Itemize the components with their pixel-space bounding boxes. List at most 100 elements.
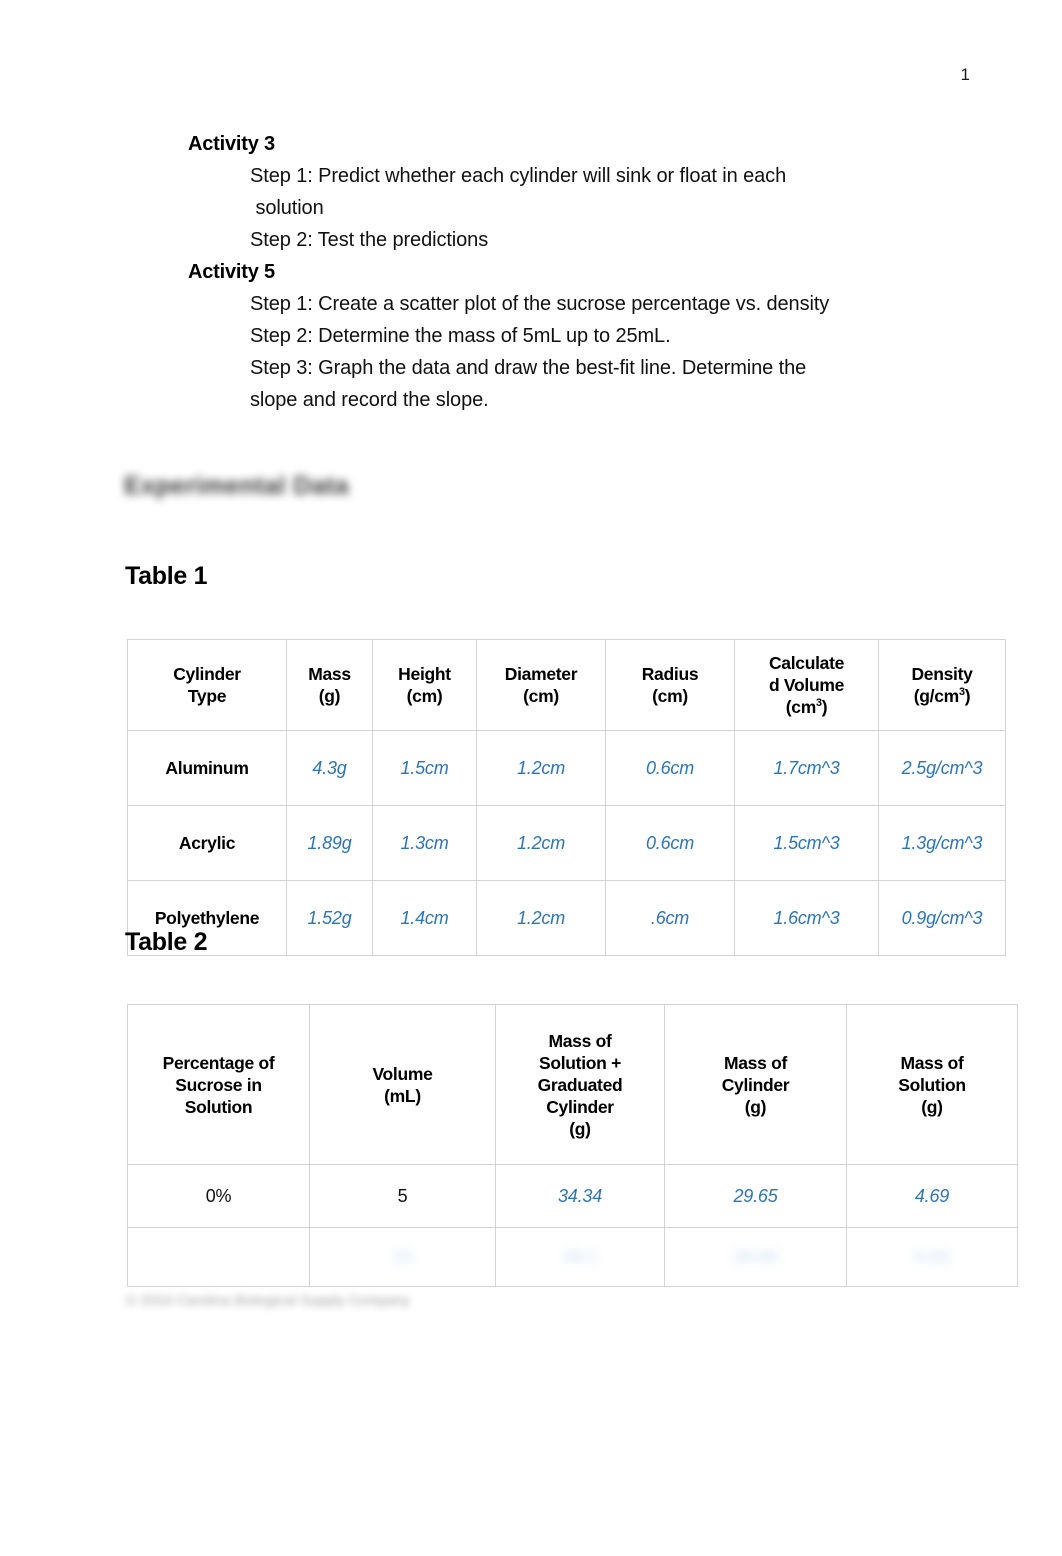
header-line: (cm) — [652, 686, 688, 706]
table-1-cell-radius[interactable]: 0.6cm — [605, 730, 735, 806]
header-line: (g/cm — [913, 686, 959, 706]
header-line: Sucrose in — [175, 1074, 262, 1095]
table-1-cell-diameter[interactable]: 1.2cm — [476, 880, 606, 956]
header-line: Mass of — [900, 1052, 964, 1073]
table-row-redacted: 10 39.1 29.65 9.45 — [127, 1227, 1018, 1287]
header-line: (cm) — [406, 686, 443, 706]
procedure-section: Activity 3 Step 1: Predict whether each … — [188, 128, 978, 416]
header-line: Solution — [184, 1096, 253, 1117]
header-line: Percentage of — [162, 1052, 275, 1073]
table-row: Acrylic 1.89g 1.3cm 1.2cm 0.6cm 1.5cm^3 … — [127, 805, 1006, 881]
table-2: Percentage of Sucrose in Solution Volume… — [127, 1004, 1018, 1287]
table-1-row-label: Aluminum — [127, 730, 287, 806]
activity-3-title: Activity 3 — [188, 133, 275, 155]
table-1-cell-height[interactable]: 1.5cm — [372, 730, 477, 806]
table-1-cell-radius[interactable]: 0.6cm — [605, 805, 735, 881]
table-2-cell-mass-cylinder[interactable]: 29.65 — [664, 1164, 847, 1228]
header-line: (mL) — [384, 1085, 421, 1106]
table-1-cell-volume[interactable]: 1.5cm^3 — [734, 805, 879, 881]
table-1-header-radius: Radius (cm) — [605, 639, 735, 731]
header-line: (g) — [744, 1096, 767, 1117]
table-2-cell-volume[interactable]: 5 — [309, 1164, 496, 1228]
table-2-header-percentage-sucrose: Percentage of Sucrose in Solution — [127, 1004, 310, 1165]
table-2-header-row: Percentage of Sucrose in Solution Volume… — [127, 1004, 1018, 1165]
table-1-cell-height[interactable]: 1.3cm — [372, 805, 477, 881]
header-line: (cm — [785, 697, 817, 717]
table-1-cell-mass[interactable]: 1.89g — [286, 805, 373, 881]
header-line: Solution + — [538, 1052, 622, 1073]
header-line: Diameter — [504, 664, 578, 684]
activity-5-title: Activity 5 — [188, 261, 275, 283]
table-1-row-label: Acrylic — [127, 805, 287, 881]
table-1-cell-density[interactable]: 1.3g/cm^3 — [878, 805, 1006, 881]
table-1-cell-mass[interactable]: 4.3g — [286, 730, 373, 806]
header-line: Mass — [308, 664, 351, 684]
table-2-cell-mass-solution-redacted[interactable]: 9.45 — [846, 1227, 1018, 1287]
table-1-cell-diameter[interactable]: 1.2cm — [476, 730, 606, 806]
table-2-cell-mass-solution-cylinder-redacted[interactable]: 39.1 — [495, 1227, 665, 1287]
table-2-cell-mass-cylinder-redacted[interactable]: 29.65 — [664, 1227, 847, 1287]
table-1-cell-mass[interactable]: 1.52g — [286, 880, 373, 956]
table-1-header-cylinder-type: Cylinder Type — [127, 639, 287, 731]
table-2-caption: Table 2 — [125, 928, 208, 956]
page-number: 1 — [960, 65, 970, 84]
table-2-header-mass-cylinder: Mass of Cylinder (g) — [664, 1004, 847, 1165]
table-2-header-volume: Volume (mL) — [309, 1004, 496, 1165]
header-line: (g) — [318, 686, 341, 706]
table-1-header-height: Height (cm) — [372, 639, 477, 731]
activity-3-step-1-line-2: solution — [250, 197, 324, 219]
table-1-cell-density[interactable]: 2.5g/cm^3 — [878, 730, 1006, 806]
activity-5-step-3-line-2: slope and record the slope. — [250, 389, 489, 411]
header-line: (g) — [569, 1118, 591, 1139]
header-line: Height — [398, 664, 451, 684]
header-line: Cylinder — [546, 1096, 614, 1117]
table-1-header-mass: Mass (g) — [286, 639, 373, 731]
header-line: Cylinder — [173, 664, 241, 684]
table-1-header-calculated-volume: Calculate d Volume (cm3) — [734, 639, 879, 731]
header-line: (cm) — [523, 686, 559, 706]
table-2-cell-percentage[interactable]: 0% — [127, 1164, 310, 1228]
table-2-header-mass-solution: Mass of Solution (g) — [846, 1004, 1018, 1165]
table-1-header-diameter: Diameter (cm) — [476, 639, 606, 731]
header-line: Calculate — [768, 653, 845, 673]
redacted-value: 29.65 — [732, 1247, 779, 1267]
header-line: ) — [964, 686, 971, 706]
table-row: Aluminum 4.3g 1.5cm 1.2cm 0.6cm 1.7cm^3 … — [127, 730, 1006, 806]
header-line: Volume — [372, 1063, 433, 1084]
table-1-cell-volume[interactable]: 1.6cm^3 — [734, 880, 879, 956]
activity-5-step-3-line-1: Step 3: Graph the data and draw the best… — [250, 357, 807, 379]
header-line: Mass of — [723, 1052, 788, 1073]
header-line: (g) — [921, 1096, 943, 1117]
table-2-cell-percentage-redacted[interactable] — [127, 1227, 310, 1287]
activity-5-step-1: Step 1: Create a scatter plot of the suc… — [250, 293, 830, 315]
document-page: 1 Activity 3 Step 1: Predict whether eac… — [0, 0, 1062, 1556]
header-line: Graduated — [537, 1074, 623, 1095]
table-2-cell-mass-solution-cylinder[interactable]: 34.34 — [495, 1164, 665, 1228]
redacted-value: 9.45 — [914, 1247, 950, 1267]
table-1-cell-radius[interactable]: .6cm — [605, 880, 735, 956]
table-1-header-row: Cylinder Type Mass (g) Height (cm) Diame… — [127, 639, 1006, 731]
table-row: Polyethylene 1.52g 1.4cm 1.2cm .6cm 1.6c… — [127, 880, 1006, 956]
experimental-data-heading-blurred: Experimental Data — [124, 472, 349, 500]
table-1: Cylinder Type Mass (g) Height (cm) Diame… — [127, 639, 1006, 956]
header-line: Solution — [898, 1074, 966, 1095]
table-1-header-density: Density (g/cm3) — [878, 639, 1006, 731]
header-line: ) — [821, 697, 828, 717]
header-line: Type — [187, 686, 227, 706]
header-line: Cylinder — [721, 1074, 790, 1095]
table-1-cell-volume[interactable]: 1.7cm^3 — [734, 730, 879, 806]
header-line: d Volume — [768, 675, 845, 695]
table-2-cell-volume-redacted[interactable]: 10 — [309, 1227, 496, 1287]
table-1-caption: Table 1 — [125, 562, 208, 590]
table-row: 0% 5 34.34 29.65 4.69 — [127, 1164, 1018, 1228]
table-1-cell-height[interactable]: 1.4cm — [372, 880, 477, 956]
table-1-cell-diameter[interactable]: 1.2cm — [476, 805, 606, 881]
header-line: Mass of — [548, 1030, 612, 1051]
table-2-cell-mass-solution[interactable]: 4.69 — [846, 1164, 1018, 1228]
header-line: Density — [911, 664, 973, 684]
activity-3-step-1-line-1: Step 1: Predict whether each cylinder wi… — [250, 165, 787, 187]
document-footer-blurred: © 2024 Carolina Biological Supply Compan… — [126, 1292, 410, 1308]
table-1-cell-density[interactable]: 0.9g/cm^3 — [878, 880, 1006, 956]
table-2-header-mass-solution-cylinder: Mass of Solution + Graduated Cylinder (g… — [495, 1004, 665, 1165]
redacted-value: 10 — [392, 1247, 413, 1267]
